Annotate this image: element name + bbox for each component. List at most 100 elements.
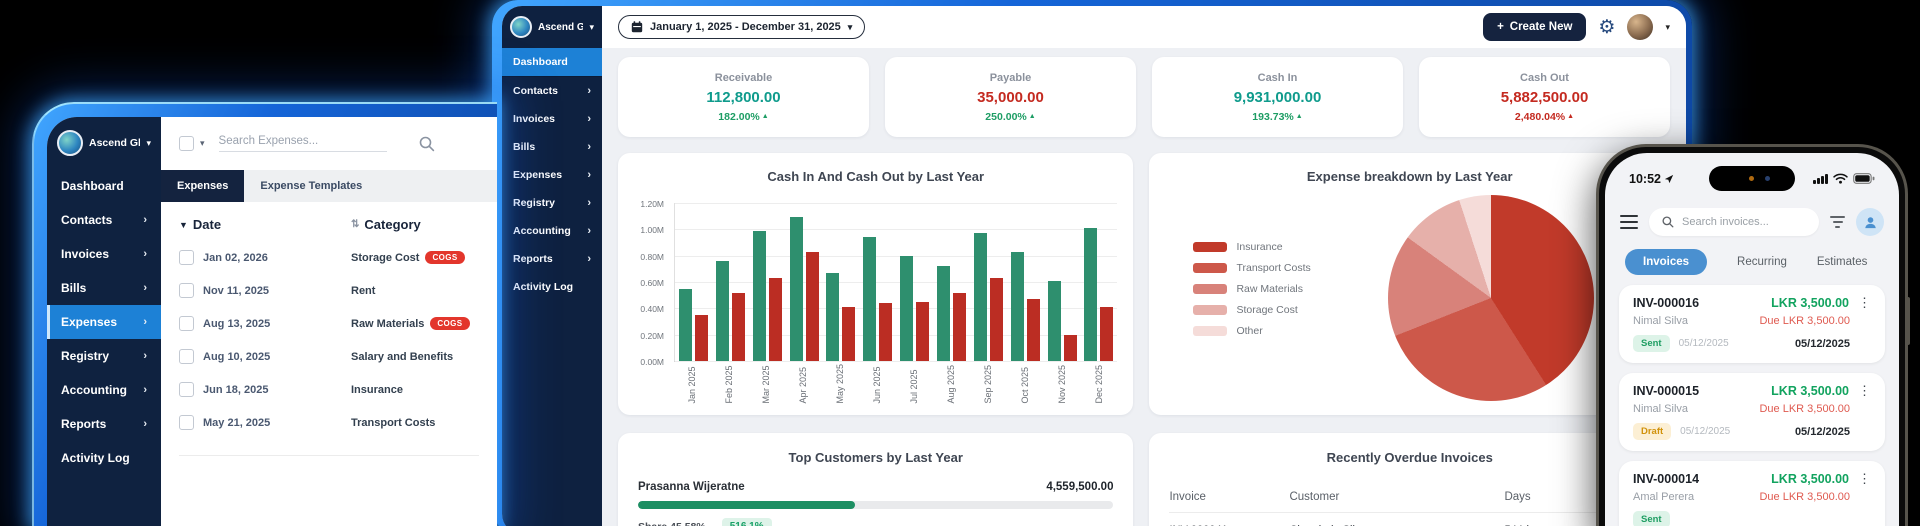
settings-gear-icon[interactable]: ⚙ — [1598, 18, 1615, 37]
tab-invoices[interactable]: Invoices — [1625, 249, 1707, 275]
row-checkbox[interactable] — [179, 316, 194, 331]
expense-date: Jan 02, 2026 — [203, 252, 268, 264]
profile-button[interactable] — [1856, 208, 1884, 236]
bar-cash-out[interactable] — [806, 252, 819, 361]
bar-cash-in[interactable] — [826, 273, 839, 361]
invoice-search-input[interactable]: Search invoices... — [1649, 208, 1819, 236]
sidebar-item-bills[interactable]: Bills› — [47, 271, 161, 305]
chevron-down-icon[interactable]: ▾ — [1665, 22, 1670, 33]
table-row[interactable]: Nov 11, 2025 Rent — [161, 274, 497, 307]
sidebar-item-contacts[interactable]: Contacts› — [502, 77, 602, 105]
chevron-down-icon[interactable]: ▾ — [200, 138, 205, 149]
select-all-checkbox[interactable] — [179, 136, 194, 151]
camera-dot — [1749, 176, 1754, 181]
bar-cash-in[interactable] — [1011, 252, 1024, 361]
kebab-menu-icon[interactable]: ⋮ — [1858, 472, 1871, 485]
stat-card-cash-in[interactable]: Cash In 9,931,000.00 193.73%▲ — [1152, 57, 1403, 137]
bar-cash-out[interactable] — [953, 293, 966, 361]
bar-cash-in[interactable] — [937, 266, 950, 361]
top-customer-row[interactable]: Prasanna Wijeratne 4,559,500.00 — [638, 481, 1113, 493]
tab-expenses[interactable]: Expenses — [161, 170, 244, 202]
tab-estimates[interactable]: Estimates — [1817, 256, 1868, 268]
sidebar-item-reports[interactable]: Reports› — [47, 407, 161, 441]
bar-cash-in[interactable] — [1084, 228, 1097, 361]
bar-cash-out[interactable] — [1027, 299, 1040, 361]
table-row[interactable]: Aug 13, 2025 Raw MaterialsCOGS — [161, 307, 497, 340]
bar-cash-out[interactable] — [769, 278, 782, 361]
bar-cash-out[interactable] — [695, 315, 708, 361]
sidebar-item-invoices[interactable]: Invoices› — [502, 105, 602, 133]
menu-icon[interactable] — [1620, 215, 1638, 229]
sidebar-item-activity-log[interactable]: Activity Log — [47, 441, 161, 475]
invoice-card[interactable]: INV-000016LKR 3,500.00⋮ Nimal SilvaDue L… — [1619, 285, 1885, 363]
bar-cash-in[interactable] — [790, 217, 803, 361]
sidebar-item-accounting[interactable]: Accounting› — [47, 373, 161, 407]
kebab-menu-icon[interactable]: ⋮ — [1858, 296, 1871, 309]
sidebar-item-registry[interactable]: Registry› — [502, 189, 602, 217]
column-header-category[interactable]: ⇅Category — [351, 217, 479, 232]
date-range-picker[interactable]: January 1, 2025 - December 31, 2025 ▾ — [618, 15, 865, 39]
sidebar-item-expenses[interactable]: Expenses› — [502, 161, 602, 189]
table-row[interactable]: INV-000041 Chaminda Silva 544d — [1169, 513, 1650, 526]
invoice-card[interactable]: INV-000014LKR 3,500.00⋮ Amal PereraDue L… — [1619, 461, 1885, 526]
bar-cash-in[interactable] — [974, 233, 987, 361]
bar-group — [900, 256, 930, 361]
bar-cash-out[interactable] — [732, 293, 745, 361]
row-checkbox[interactable] — [179, 349, 194, 364]
invoice-card[interactable]: INV-000015LKR 3,500.00⋮ Nimal SilvaDue L… — [1619, 373, 1885, 451]
bar-cash-out[interactable] — [842, 307, 855, 361]
growth-badge: 516.1% — [722, 518, 772, 526]
bar-cash-in[interactable] — [716, 261, 729, 361]
sidebar-item-invoices[interactable]: Invoices› — [47, 237, 161, 271]
invoice-customer: Nimal Silva — [1633, 403, 1688, 415]
column-header-date[interactable]: ▼Date — [179, 217, 351, 232]
row-checkbox[interactable] — [179, 382, 194, 397]
stat-value: 112,800.00 — [706, 89, 780, 106]
sidebar-item-dashboard[interactable]: Dashboard — [502, 48, 602, 77]
table-row[interactable]: Jun 18, 2025 Insurance — [161, 373, 497, 406]
bar-cash-in[interactable] — [900, 256, 913, 361]
row-checkbox[interactable] — [179, 283, 194, 298]
bar-cash-in[interactable] — [1048, 281, 1061, 361]
x-tick-label: Aug 2025 — [936, 364, 966, 404]
column-header[interactable]: Invoice — [1169, 481, 1289, 512]
kebab-menu-icon[interactable]: ⋮ — [1858, 384, 1871, 397]
search-icon[interactable] — [419, 136, 435, 152]
sidebar-item-activity-log[interactable]: Activity Log — [502, 273, 602, 301]
sidebar-item-accounting[interactable]: Accounting› — [502, 217, 602, 245]
create-new-button[interactable]: + Create New — [1483, 13, 1586, 41]
table-row[interactable]: May 21, 2025 Transport Costs — [161, 406, 497, 439]
tab-expense-templates[interactable]: Expense Templates — [244, 170, 378, 202]
bar-cash-out[interactable] — [916, 302, 929, 361]
sidebar-item-expenses[interactable]: Expenses› — [47, 305, 161, 339]
stat-card-payable[interactable]: Payable 35,000.00 250.00%▲ — [885, 57, 1136, 137]
phone-screen: 10:52 Search invoices... — [1605, 153, 1899, 526]
row-checkbox[interactable] — [179, 250, 194, 265]
bar-cash-out[interactable] — [879, 303, 892, 361]
stat-card-cash-out[interactable]: Cash Out 5,882,500.00 2,480.04%▲ — [1419, 57, 1670, 137]
user-avatar[interactable] — [1627, 14, 1653, 40]
workspace-switcher[interactable]: Ascend Glob... ▾ — [47, 117, 161, 169]
filter-icon[interactable] — [1830, 216, 1845, 228]
bar-cash-out[interactable] — [990, 278, 1003, 361]
bar-cash-out[interactable] — [1064, 335, 1077, 361]
sidebar-item-registry[interactable]: Registry› — [47, 339, 161, 373]
tab-recurring[interactable]: Recurring — [1737, 256, 1787, 268]
table-row[interactable]: Aug 10, 2025 Salary and Benefits — [161, 340, 497, 373]
sidebar-item-reports[interactable]: Reports› — [502, 245, 602, 273]
workspace-switcher[interactable]: Ascend Glob... ▾ — [502, 6, 602, 48]
table-row[interactable]: Jan 02, 2026 Storage CostCOGS — [161, 241, 497, 274]
pie-chart[interactable] — [1388, 195, 1594, 401]
column-header[interactable]: Customer — [1289, 481, 1504, 512]
chevron-down-icon: ▾ — [146, 138, 151, 149]
sidebar-item-dashboard[interactable]: Dashboard — [47, 169, 161, 203]
bar-cash-in[interactable] — [863, 237, 876, 361]
stat-card-receivable[interactable]: Receivable 112,800.00 182.00%▲ — [618, 57, 869, 137]
sidebar-item-contacts[interactable]: Contacts› — [47, 203, 161, 237]
search-input[interactable]: Search Expenses... — [219, 135, 387, 152]
bar-cash-out[interactable] — [1100, 307, 1113, 361]
bar-cash-in[interactable] — [679, 289, 692, 361]
sidebar-item-bills[interactable]: Bills› — [502, 133, 602, 161]
row-checkbox[interactable] — [179, 415, 194, 430]
bar-cash-in[interactable] — [753, 231, 766, 361]
